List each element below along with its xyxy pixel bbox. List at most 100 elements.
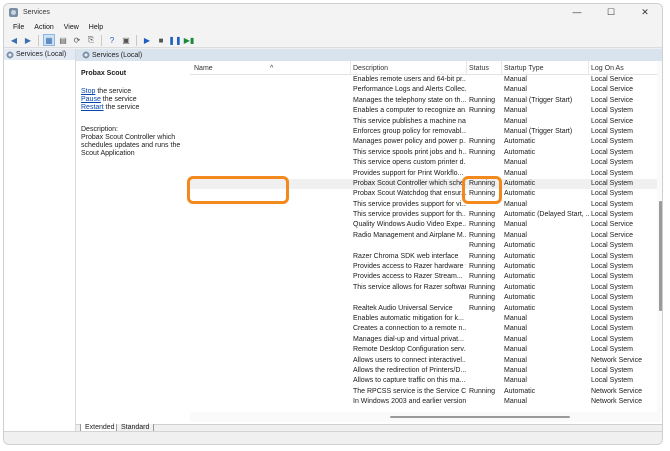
table-row[interactable]: Razer Chroma SDK ServiceProvides access … [190, 262, 662, 272]
services-list[interactable]: ^ Name Description Status Startup Type L… [190, 61, 662, 412]
service-status: Running [469, 148, 496, 156]
service-description: Radio Management and Airplane M... [353, 231, 466, 239]
column-header-log-on-as[interactable]: Log On As [591, 65, 624, 72]
table-row[interactable]: Remote Desktop ConfigurationRemote Deskt… [190, 345, 662, 355]
service-startup-type: Manual [504, 76, 527, 83]
table-row[interactable]: Radio Management ServiceRadio Management… [190, 231, 662, 241]
table-row[interactable]: Realtek Audio Universal ServiceRealtek A… [190, 304, 662, 314]
status-bar [4, 431, 662, 444]
service-log-on-as: Local Service [591, 117, 634, 125]
console-view-icon[interactable]: ▤ [57, 34, 69, 46]
table-row[interactable]: Razer Synapse ServiceRunningAutomaticLoc… [190, 293, 662, 303]
restart-service-icon[interactable]: ▶▮ [183, 34, 195, 46]
table-row[interactable]: Print SpoolerThis service spools print j… [190, 148, 662, 158]
column-header-startup-type[interactable]: Startup Type [504, 65, 544, 72]
table-row[interactable]: Recommended Troubleshooting ServiceEnabl… [190, 314, 662, 324]
service-description: Allows to capture traffic on this ma... [353, 377, 466, 385]
table-row[interactable]: Razer Central ServiceRunningAutomaticLoc… [190, 241, 662, 251]
service-log-on-as: Network Service [591, 387, 642, 395]
table-row[interactable]: Phone ServiceManages the telephony state… [190, 96, 662, 106]
table-row[interactable]: Remote Desktop ServicesAllows users to c… [190, 356, 662, 366]
service-startup-type: Automatic [504, 263, 536, 271]
vertical-scrollbar[interactable] [657, 61, 662, 412]
menu-help[interactable]: Help [84, 24, 108, 31]
table-row[interactable]: Razer Game ManagerThis service allows fo… [190, 283, 662, 293]
service-log-on-as: Local System [591, 252, 634, 260]
service-status: Running [469, 138, 496, 146]
table-row[interactable]: Plug and PlayEnables a computer to recog… [190, 106, 662, 116]
start-service-icon[interactable]: ▶ [141, 34, 153, 46]
vertical-scroll-thumb[interactable] [659, 201, 662, 311]
service-description: This service allows for Razer softwar... [353, 283, 466, 291]
table-row[interactable]: Remote Procedure Call (RPC) LocatorIn Wi… [190, 397, 662, 407]
close-button[interactable]: ✕ [628, 4, 662, 21]
pause-service-icon[interactable]: ❚❚ [168, 34, 181, 46]
service-description: Manages the telephony state on th... [353, 96, 466, 104]
table-row[interactable]: Quality Windows Audio Video ExperienceQu… [190, 220, 662, 230]
column-header-description[interactable]: Description [353, 65, 388, 72]
table-row[interactable]: Performance Counter DLL HostEnables remo… [190, 75, 662, 85]
service-log-on-as: Local System [591, 107, 634, 115]
column-divider[interactable] [350, 61, 351, 75]
horizontal-scroll-thumb[interactable] [390, 416, 570, 418]
table-row[interactable]: Razer Chroma SDK ServerRazer Chroma SDK … [190, 252, 662, 262]
service-startup-type: Automatic [504, 190, 536, 198]
table-row[interactable]: PNRP Machine Name Publication ServiceThi… [190, 117, 662, 127]
column-divider[interactable] [466, 61, 467, 75]
restart-link-suffix: the service [103, 104, 140, 111]
table-row[interactable]: Remote Access Auto Connection ManagerCre… [190, 324, 662, 334]
table-row[interactable]: Remote Desktop Services UserMode Port Re… [190, 366, 662, 376]
table-row[interactable]: Portable Device Enumerator ServiceEnforc… [190, 127, 662, 137]
table-row[interactable]: Remote Procedure Call (RPC)The RPCSS ser… [190, 387, 662, 397]
service-description: Quality Windows Audio Video Expe... [353, 221, 466, 229]
service-log-on-as: Local System [591, 283, 634, 291]
column-divider[interactable] [588, 61, 589, 75]
table-row[interactable]: Program Compatibility Assistant ServiceT… [190, 210, 662, 220]
service-startup-type: Manual [504, 86, 527, 94]
menu-action[interactable]: Action [29, 24, 58, 31]
table-row[interactable]: Remote Packet Capture Protocol v.0 (expe… [190, 376, 662, 386]
service-log-on-as: Local System [591, 211, 634, 219]
pause-link-suffix: the service [100, 96, 137, 103]
column-header-status[interactable]: Status [469, 65, 489, 72]
service-startup-type: Manual (Trigger Start) [504, 96, 573, 104]
service-description: Realtek Audio Universal Service [353, 304, 453, 312]
pause-service-link[interactable]: Pause [81, 96, 101, 103]
refresh-icon[interactable]: ⟳ [71, 34, 83, 46]
service-startup-type: Automatic [504, 294, 536, 302]
service-log-on-as: Local System [591, 346, 634, 354]
table-row[interactable]: PowerManages power policy and power p...… [190, 137, 662, 147]
table-row[interactable]: Performance Logs & AlertsPerformance Log… [190, 85, 662, 95]
service-startup-type: Manual [504, 221, 527, 229]
service-description: This service publishes a machine na... [353, 117, 466, 125]
service-log-on-as: Local System [591, 273, 634, 281]
properties-icon[interactable]: ▣ [120, 34, 132, 46]
service-description: Enforces group policy for removabl... [353, 127, 466, 135]
export-list-icon[interactable]: ⎘ [85, 34, 97, 46]
table-row[interactable]: Printer Extensions and NotificationsThis… [190, 158, 662, 168]
maximize-button[interactable]: ☐ [594, 4, 628, 21]
back-arrow-icon[interactable]: ◀ [8, 34, 20, 46]
menu-file[interactable]: File [8, 24, 29, 31]
toolbar-separator [101, 34, 102, 46]
service-log-on-as: Local System [591, 159, 634, 167]
help-icon[interactable]: ? [106, 34, 118, 46]
service-log-on-as: Local System [591, 335, 634, 343]
restart-service-link[interactable]: Restart [81, 104, 104, 111]
menu-view[interactable]: View [59, 24, 84, 31]
column-divider[interactable] [501, 61, 502, 75]
horizontal-scrollbar[interactable] [190, 412, 662, 422]
service-log-on-as: Local System [591, 263, 634, 271]
show-hide-tree-icon[interactable]: ▦ [43, 34, 55, 46]
table-row[interactable]: Remote Access Connection ManagerManages … [190, 335, 662, 345]
stop-service-icon[interactable]: ■ [155, 34, 167, 46]
column-header-name[interactable]: Name [194, 65, 213, 72]
table-row[interactable]: Razer Chroma Stream ServerProvides acces… [190, 272, 662, 282]
stop-service-link[interactable]: Stop [81, 88, 95, 95]
service-status: Running [469, 96, 496, 104]
service-detail-panel: Probax Scout Stop the service Pause the … [76, 61, 190, 424]
service-startup-type: Manual [504, 231, 527, 239]
minimize-button[interactable]: — [560, 4, 594, 21]
forward-arrow-icon[interactable]: ▶ [22, 34, 34, 46]
tree-item-services-local[interactable]: Services (Local) [4, 49, 75, 60]
